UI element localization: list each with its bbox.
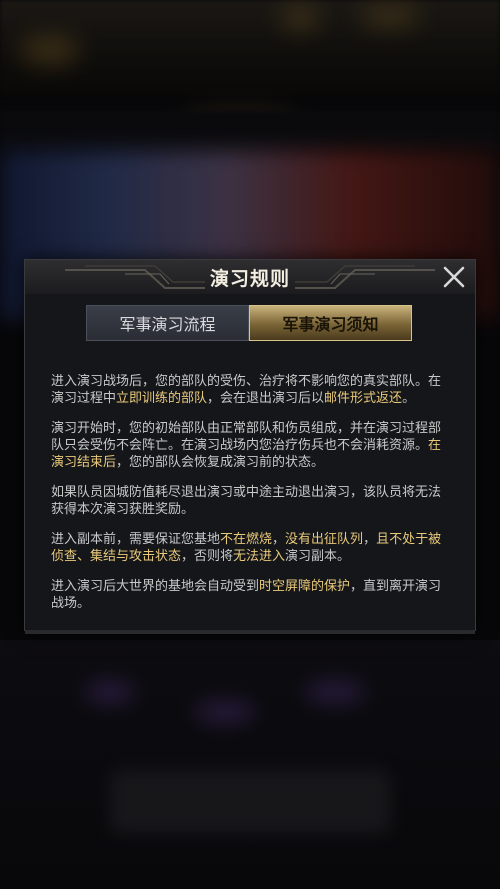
rule-text: 进入演习后大世界的基地会自动受到 bbox=[51, 579, 260, 594]
rule-text: 演习副本。 bbox=[285, 549, 351, 564]
highlighted-text: 没有出征队列 bbox=[285, 532, 364, 547]
highlighted-text: 时空屏障的保护 bbox=[259, 579, 351, 594]
rule-paragraph: 演习开始时，您的初始部队由正常部队和伤员组成，并在演习过程部队只会受伤不会阵亡。… bbox=[51, 420, 451, 471]
rule-text: ， bbox=[272, 532, 286, 547]
rule-text: ， bbox=[363, 532, 377, 547]
tab-bar: 军事演习流程 军事演习须知 bbox=[86, 305, 413, 341]
rules-dialog: 演习规则 军事演习流程 军事演习须知 进入演习战场后，您的部队的受伤、治疗将不影… bbox=[24, 259, 476, 634]
dialog-bottom-edge bbox=[25, 630, 475, 634]
rule-paragraph: 进入演习战场后，您的部队的受伤、治疗将不影响您的真实部队。在演习过程中立即训练的… bbox=[51, 373, 451, 407]
close-icon[interactable] bbox=[441, 264, 467, 290]
rule-paragraph: 进入演习后大世界的基地会自动受到时空屏障的保护，直到离开演习战场。 bbox=[51, 578, 451, 612]
rule-text: ，否则将 bbox=[181, 549, 234, 564]
highlighted-text: 不在燃烧 bbox=[220, 532, 273, 547]
dialog-header: 演习规则 bbox=[25, 260, 475, 294]
highlighted-text: 立即训练的部队 bbox=[116, 391, 208, 406]
rule-text: 进入副本前，需要保证您基地 bbox=[51, 532, 221, 547]
rule-text: ，您的部队会恢复成演习前的状态。 bbox=[116, 455, 325, 470]
highlighted-text: 邮件形式返还 bbox=[324, 391, 403, 406]
highlighted-text: 无法进入 bbox=[233, 549, 286, 564]
rule-text: 。 bbox=[402, 391, 416, 406]
rule-text: ，会在退出演习后以 bbox=[207, 391, 325, 406]
rules-content: 进入演习战场后，您的部队的受伤、治疗将不影响您的真实部队。在演习过程中立即训练的… bbox=[51, 373, 451, 625]
tab-exercise-process[interactable]: 军事演习流程 bbox=[86, 305, 249, 341]
rule-paragraph: 进入副本前，需要保证您基地不在燃烧，没有出征队列，且不处于被侦查、集结与攻击状态… bbox=[51, 531, 451, 565]
rule-text: 如果队员因城防值耗尽退出演习或中途主动退出演习，该队员将无法获得本次演习获胜奖励… bbox=[51, 485, 442, 517]
rule-text: 演习开始时，您的初始部队由正常部队和伤员组成，并在演习过程部队只会受伤不会阵亡。… bbox=[51, 421, 442, 453]
rule-paragraph: 如果队员因城防值耗尽退出演习或中途主动退出演习，该队员将无法获得本次演习获胜奖励… bbox=[51, 484, 451, 518]
dialog-title: 演习规则 bbox=[209, 268, 290, 290]
tab-exercise-notice[interactable]: 军事演习须知 bbox=[249, 305, 412, 341]
